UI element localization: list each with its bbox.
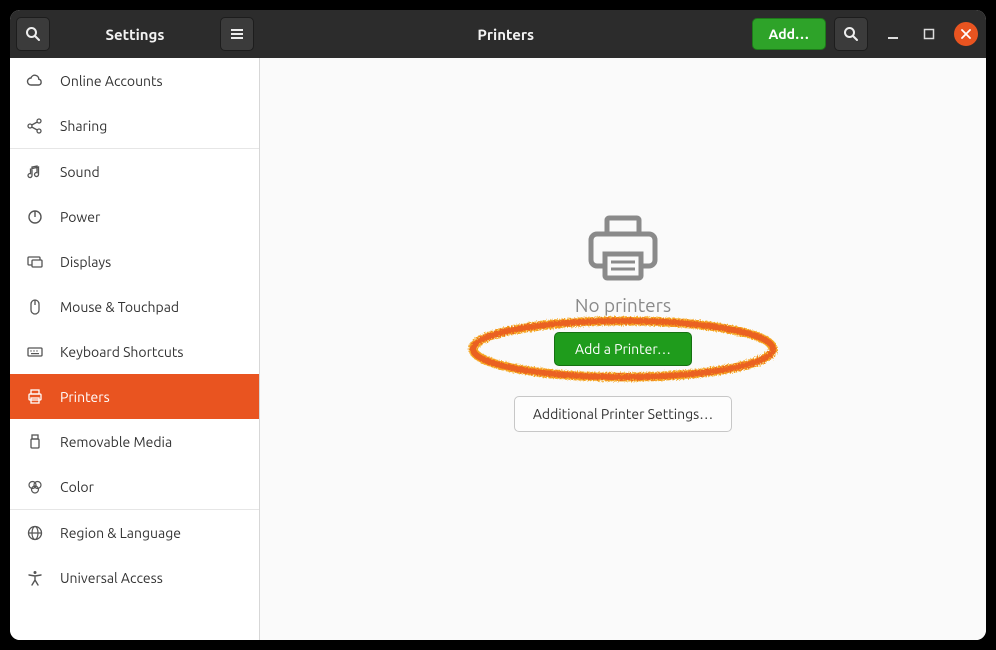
no-printers-label: No printers [575, 294, 671, 316]
accessibility-icon [26, 569, 44, 587]
hamburger-icon [229, 26, 245, 42]
sidebar-item-displays[interactable]: Displays [10, 239, 259, 284]
cloud-icon [26, 72, 44, 90]
add-button-label: Add… [769, 26, 809, 42]
additional-printer-settings-button[interactable]: Additional Printer Settings… [514, 396, 732, 432]
add-button[interactable]: Add… [752, 18, 826, 50]
headerbar: Settings Printers Add… [10, 10, 986, 58]
globe-icon [26, 524, 44, 542]
minimize-button[interactable] [882, 23, 904, 45]
color-icon [26, 478, 44, 496]
sidebar-item-keyboard[interactable]: Keyboard Shortcuts [10, 329, 259, 374]
displays-icon [26, 253, 44, 271]
sidebar-item-label: Online Accounts [60, 73, 163, 89]
maximize-icon [923, 28, 935, 40]
sidebar: Online Accounts Sharing Sound Power [10, 58, 260, 640]
close-button[interactable] [954, 22, 978, 46]
add-a-printer-label: Add a Printer… [575, 341, 671, 357]
sidebar-item-label: Universal Access [60, 570, 163, 586]
printer-icon [26, 388, 44, 406]
sidebar-item-label: Sound [60, 164, 100, 180]
sidebar-item-label: Printers [60, 389, 110, 405]
sidebar-item-label: Sharing [60, 118, 107, 134]
headerbar-right: Printers Add… [260, 10, 986, 58]
usb-icon [26, 433, 44, 451]
power-icon [26, 208, 44, 226]
headerbar-left: Settings [10, 10, 260, 58]
search-icon [843, 26, 859, 42]
sidebar-item-printers[interactable]: Printers [10, 374, 259, 419]
hamburger-menu-button[interactable] [220, 17, 254, 51]
sidebar-item-sharing[interactable]: Sharing [10, 103, 259, 148]
body: Online Accounts Sharing Sound Power [10, 58, 986, 640]
mouse-icon [26, 298, 44, 316]
printer-large-icon [583, 208, 663, 288]
sidebar-item-universal-access[interactable]: Universal Access [10, 555, 259, 600]
keyboard-icon [26, 343, 44, 361]
content-search-button[interactable] [834, 17, 868, 51]
sidebar-search-button[interactable] [16, 17, 50, 51]
sidebar-item-sound[interactable]: Sound [10, 149, 259, 194]
maximize-button[interactable] [918, 23, 940, 45]
add-printer-wrap: Add a Printer… [554, 332, 692, 366]
sidebar-item-removable-media[interactable]: Removable Media [10, 419, 259, 464]
sidebar-item-mouse[interactable]: Mouse & Touchpad [10, 284, 259, 329]
sidebar-item-online-accounts[interactable]: Online Accounts [10, 58, 259, 103]
sidebar-item-color[interactable]: Color [10, 464, 259, 509]
sidebar-item-region[interactable]: Region & Language [10, 510, 259, 555]
window-controls [882, 22, 978, 46]
add-a-printer-button[interactable]: Add a Printer… [554, 332, 692, 366]
sidebar-item-label: Removable Media [60, 434, 172, 450]
sidebar-item-label: Keyboard Shortcuts [60, 344, 183, 360]
minimize-icon [887, 28, 899, 40]
sidebar-item-label: Mouse & Touchpad [60, 299, 179, 315]
close-icon [961, 29, 971, 39]
search-icon [25, 26, 41, 42]
content-pane: No printers Add a Printer… Additional Pr… [260, 58, 986, 640]
page-title: Printers [268, 26, 744, 43]
sidebar-item-power[interactable]: Power [10, 194, 259, 239]
sidebar-title: Settings [56, 26, 214, 43]
sidebar-item-label: Color [60, 479, 94, 495]
sidebar-item-label: Power [60, 209, 100, 225]
sidebar-item-label: Region & Language [60, 525, 181, 541]
additional-printer-settings-label: Additional Printer Settings… [533, 406, 713, 422]
music-icon [26, 163, 44, 181]
sidebar-item-label: Displays [60, 254, 111, 270]
sharing-icon [26, 117, 44, 135]
settings-window: Settings Printers Add… [10, 10, 986, 640]
